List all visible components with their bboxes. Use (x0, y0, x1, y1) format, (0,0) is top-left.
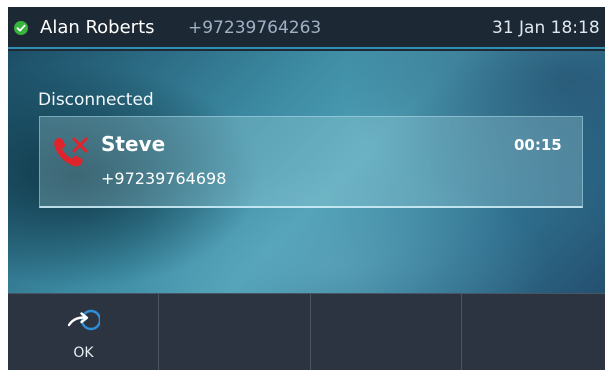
ok-softkey[interactable]: OK (8, 294, 159, 370)
date-time: 31 Jan 18:18 (492, 18, 600, 38)
account-number: +97239764263 (188, 18, 322, 38)
caller-name: Steve (101, 132, 166, 156)
ok-softkey-label: OK (73, 345, 94, 361)
phone-screen: Alan Roberts +97239764263 31 Jan 18:18 D… (8, 7, 605, 370)
softkey-2[interactable] (159, 294, 311, 370)
softkey-4[interactable] (462, 294, 605, 370)
call-state-label: Disconnected (38, 90, 154, 110)
transfer-arrow-icon (66, 308, 102, 332)
caller-number: +97239764698 (101, 169, 227, 188)
call-duration: 00:15 (514, 136, 562, 154)
status-bar: Alan Roberts +97239764263 31 Jan 18:18 (8, 7, 605, 49)
account-name: Alan Roberts (40, 17, 155, 38)
call-area: Disconnected Steve +97239764698 00:15 (8, 51, 605, 293)
check-icon (14, 21, 28, 35)
hangup-icon (52, 135, 88, 169)
softkey-3[interactable] (311, 294, 462, 370)
softkey-bar: OK (8, 293, 605, 370)
call-card[interactable]: Steve +97239764698 00:15 (39, 116, 583, 208)
